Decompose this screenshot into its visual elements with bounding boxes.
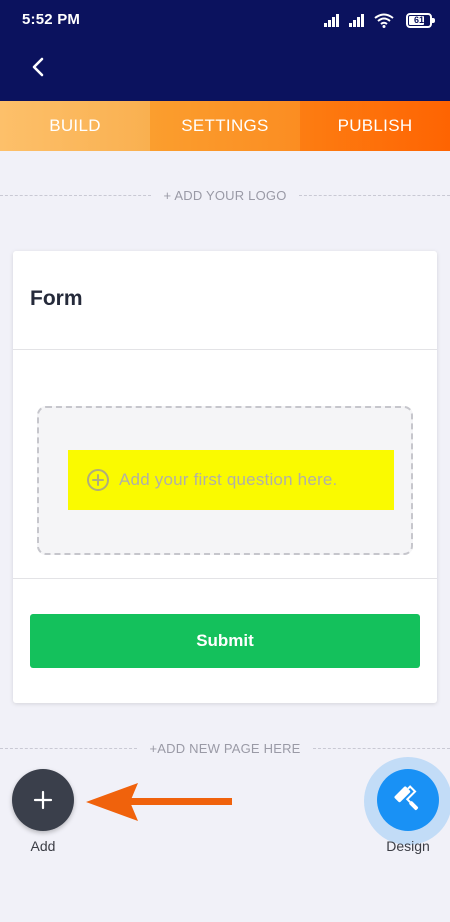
tab-publish[interactable]: PUBLISH [300, 101, 450, 151]
tab-bar: BUILD SETTINGS PUBLISH [0, 101, 450, 151]
plus-circle-icon [87, 469, 109, 491]
design-fab-label: Design [386, 838, 430, 854]
signal-icon [349, 13, 364, 27]
card-divider [13, 578, 437, 579]
signal-icon [324, 13, 339, 27]
add-page-row: +ADD NEW PAGE HERE [0, 738, 450, 758]
battery-icon: 61 [406, 12, 435, 28]
add-first-question-button[interactable]: Add your first question here. [68, 450, 394, 510]
form-card: Form Add your first question here. Submi… [13, 251, 437, 703]
annotation-arrow-icon [86, 783, 232, 821]
divider-line [298, 194, 450, 196]
divider-line [0, 747, 138, 749]
add-first-question-label: Add your first question here. [119, 470, 338, 489]
divider-line [312, 747, 450, 749]
wifi-icon [374, 13, 394, 28]
plus-icon [33, 790, 53, 810]
paint-roller-icon [394, 785, 419, 811]
card-divider [13, 349, 437, 350]
status-bar: 5:52 PM 61 [0, 0, 450, 40]
status-time: 5:52 PM [22, 11, 81, 28]
add-logo-link[interactable]: + ADD YOUR LOGO [151, 188, 298, 203]
status-icons: 61 [324, 11, 435, 29]
add-fab-button[interactable] [12, 769, 74, 831]
submit-button[interactable]: Submit [30, 614, 420, 668]
app-bar: 5:52 PM 61 [0, 0, 450, 101]
battery-level: 61 [413, 14, 424, 25]
add-new-page-link[interactable]: +ADD NEW PAGE HERE [137, 741, 312, 756]
divider-line [0, 194, 152, 196]
form-title[interactable]: Form [30, 287, 83, 311]
question-drop-zone[interactable]: Add your first question here. [37, 406, 413, 555]
tab-settings[interactable]: SETTINGS [150, 101, 300, 151]
add-fab-label: Add [30, 838, 56, 854]
design-fab-button[interactable] [377, 769, 439, 831]
add-logo-row: + ADD YOUR LOGO [0, 185, 450, 205]
tab-build[interactable]: BUILD [0, 101, 150, 151]
back-arrow-icon[interactable] [24, 52, 54, 82]
